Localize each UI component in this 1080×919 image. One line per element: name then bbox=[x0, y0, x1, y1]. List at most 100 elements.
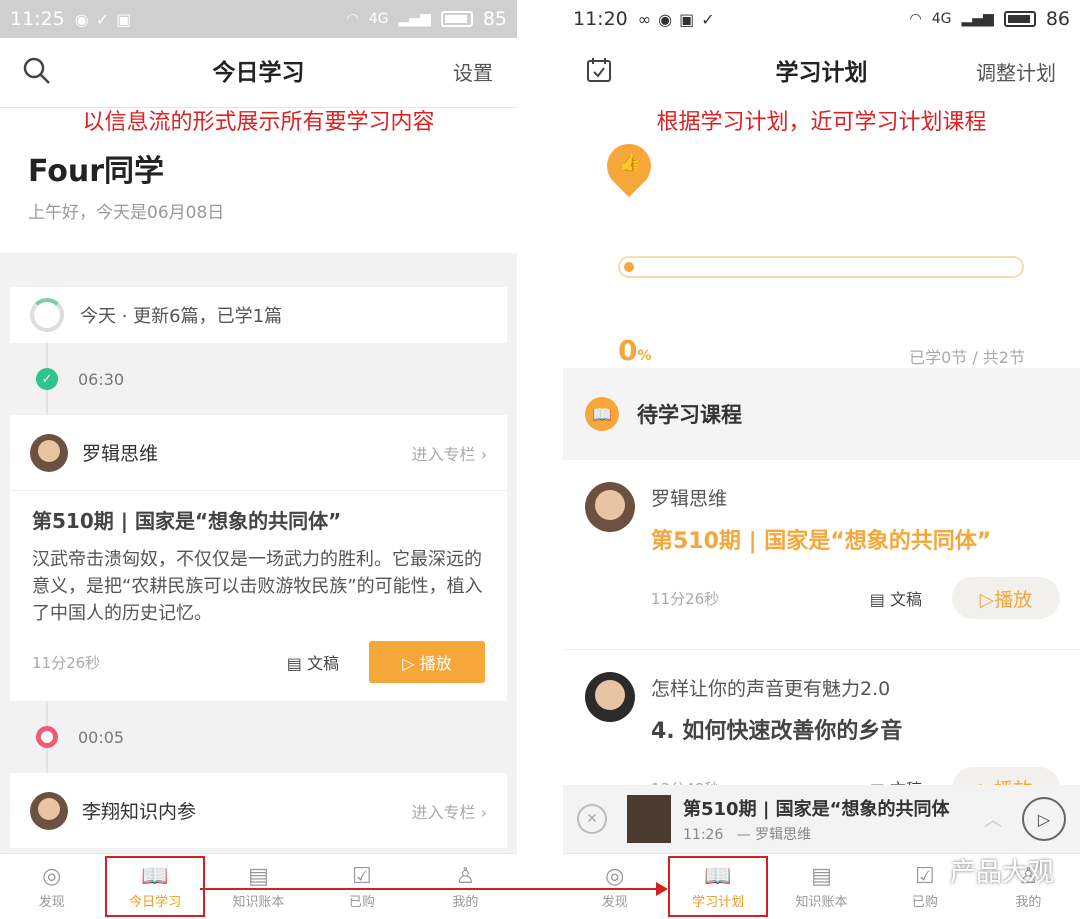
pending-courses-header: 📖 待学习课程 bbox=[563, 368, 1080, 460]
weibo-icon: ◉ bbox=[74, 9, 89, 29]
greeting-date: 上午好，今天是06月08日 bbox=[28, 203, 225, 223]
status-time: 11:25 bbox=[10, 8, 65, 30]
study-plan-screen: 11:20 ∞ ◉ ▣ ✓ ◠ 4G ▂▄▆ 86 学习计划 调整计划 根据学习… bbox=[563, 0, 1080, 919]
play-button[interactable]: ▷ 播放 bbox=[369, 641, 485, 683]
avatar bbox=[30, 433, 68, 472]
greeting: Four同学 上午好，今天是06月08日 bbox=[0, 142, 517, 253]
timeline-node: ✓ 06:30 bbox=[10, 343, 507, 415]
doc-icon: ▤ bbox=[286, 654, 302, 673]
timeline-time: 00:05 bbox=[78, 727, 125, 747]
user-name: Four同学 bbox=[28, 154, 165, 189]
study-progress-bar bbox=[618, 256, 1024, 278]
mini-title: 第510期 | 国家是“想象的共同体 bbox=[683, 798, 950, 820]
progress-percent: 0% bbox=[618, 334, 652, 367]
annotation-text: 以信息流的形式展示所有要学习内容 bbox=[0, 108, 517, 142]
compass-icon: ◎ bbox=[605, 863, 625, 889]
duration: 11分26秒 bbox=[32, 653, 101, 672]
timeline-node: 00:05 bbox=[10, 701, 507, 773]
doc-icon: ▤ bbox=[869, 590, 885, 609]
duration: 11分26秒 bbox=[651, 589, 720, 608]
tab-study-plan[interactable]: 📖 学习计划 bbox=[666, 854, 769, 919]
infinity-icon: ∞ bbox=[637, 9, 652, 29]
mini-subtitle: 11:26 — 罗辑思维 bbox=[683, 826, 812, 843]
battery-level: 86 bbox=[1045, 8, 1070, 30]
status-bar: 11:25 ◉ ✓ ▣ ◠ 4G ▂▄▆ 85 bbox=[0, 0, 517, 38]
wifi-icon: ◠ bbox=[909, 11, 922, 27]
adjust-plan-button[interactable]: 调整计划 bbox=[976, 38, 1056, 108]
avatar bbox=[585, 672, 635, 722]
nav-bar: 今日学习 设置 bbox=[0, 38, 517, 108]
feed-card[interactable]: 罗辑思维 进入专栏 › 第510期 | 国家是“想象的共同体” 汉武帝击溃匈奴，… bbox=[10, 415, 507, 701]
course-author: 罗辑思维 bbox=[651, 488, 728, 510]
book-icon: 📖 bbox=[585, 397, 619, 431]
watermark: 产品大观 bbox=[949, 858, 1054, 888]
user-icon: ♙ bbox=[455, 863, 476, 889]
course-author: 怎样让你的声音更有魅力2.0 bbox=[651, 678, 891, 700]
check-circle-icon: ✓ bbox=[701, 9, 715, 29]
weibo-icon: ◉ bbox=[658, 9, 673, 29]
timeline: ✓ 06:30 罗辑思维 进入专栏 › 第510期 | 国家是“想象的共同体” … bbox=[0, 343, 517, 849]
book-icon: 📖 bbox=[704, 863, 732, 889]
check-circle-icon: ✓ bbox=[95, 9, 110, 29]
settings-button[interactable]: 设置 bbox=[453, 38, 493, 108]
enter-column-link[interactable]: 进入专栏 › bbox=[412, 441, 488, 465]
network-label: 4G bbox=[931, 11, 952, 27]
tab-mine[interactable]: ♙ 我的 bbox=[414, 854, 517, 919]
nav-bar: 学习计划 调整计划 bbox=[563, 38, 1080, 108]
network-label: 4G bbox=[368, 11, 389, 27]
tab-today-study[interactable]: 📖 今日学习 bbox=[103, 854, 206, 919]
list-item[interactable]: 罗辑思维 第510期 | 国家是“想象的共同体” 11分26秒 ▤ 文稿 ▷播放 bbox=[563, 460, 1080, 650]
author-name: 李翔知识内参 bbox=[82, 801, 197, 823]
compass-icon: ◎ bbox=[42, 863, 62, 889]
status-time: 11:20 bbox=[573, 8, 628, 30]
enter-column-link[interactable]: 进入专栏 › bbox=[412, 799, 488, 823]
course-title[interactable]: 4. 如何快速改善你的乡音 bbox=[651, 713, 1060, 745]
timeline-time: 06:30 bbox=[78, 369, 125, 389]
thumbs-up-icon: 👍 bbox=[619, 152, 642, 173]
purchased-icon: ☑ bbox=[352, 863, 372, 889]
course-title[interactable]: 第510期 | 国家是“想象的共同体” bbox=[651, 523, 1060, 555]
avatar bbox=[585, 482, 635, 532]
battery-level: 85 bbox=[482, 8, 507, 30]
image-icon: ▣ bbox=[116, 9, 132, 29]
tab-knowledge-ledger[interactable]: ▤ 知识账本 bbox=[770, 854, 873, 919]
avatar bbox=[30, 791, 68, 830]
signal-icon: ▂▄▆ bbox=[961, 11, 994, 27]
daily-summary: 今天 · 更新6篇，已学1篇 bbox=[10, 287, 507, 343]
tab-knowledge-ledger[interactable]: ▤ 知识账本 bbox=[207, 854, 310, 919]
pending-dot-icon bbox=[36, 726, 58, 748]
today-study-screen: 11:25 ◉ ✓ ▣ ◠ 4G ▂▄▆ 85 今日学习 设置 以信息流的形式展… bbox=[0, 0, 517, 919]
tab-purchased[interactable]: ☑ 已购 bbox=[310, 854, 413, 919]
page-title: 今日学习 bbox=[212, 60, 305, 86]
section-title: 待学习课程 bbox=[637, 403, 742, 427]
tab-bar: ◎ 发现 📖 今日学习 ▤ 知识账本 ☑ 已购 ♙ 我的 bbox=[0, 853, 517, 919]
mini-player[interactable]: ✕ 第510期 | 国家是“想象的共同体 11:26 — 罗辑思维 ︿ ▷ bbox=[563, 785, 1080, 853]
doc-button[interactable]: ▤ 文稿 bbox=[870, 586, 922, 610]
doc-button[interactable]: ▤ 文稿 bbox=[287, 650, 339, 674]
annotation-arrow bbox=[200, 888, 660, 890]
purchased-icon: ☑ bbox=[915, 863, 935, 889]
tab-discover[interactable]: ◎ 发现 bbox=[0, 854, 103, 919]
feed-card[interactable]: 李翔知识内参 进入专栏 › bbox=[10, 773, 507, 849]
status-bar: 11:20 ∞ ◉ ▣ ✓ ◠ 4G ▂▄▆ 86 bbox=[563, 0, 1080, 38]
battery-icon bbox=[1003, 11, 1036, 27]
close-icon[interactable]: ✕ bbox=[577, 804, 607, 834]
ledger-icon: ▤ bbox=[248, 863, 269, 889]
ledger-icon: ▤ bbox=[811, 863, 832, 889]
summary-text: 今天 · 更新6篇，已学1篇 bbox=[80, 306, 283, 327]
author-name: 罗辑思维 bbox=[82, 443, 159, 465]
signal-icon: ▂▄▆ bbox=[398, 11, 431, 27]
learned-count: 已学0节 / 共2节 bbox=[909, 348, 1025, 367]
image-icon: ▣ bbox=[679, 9, 695, 29]
play-button[interactable]: ▷播放 bbox=[952, 577, 1060, 619]
mini-play-button[interactable]: ▷ bbox=[1022, 797, 1066, 841]
card-header[interactable]: 李翔知识内参 进入专栏 › bbox=[10, 773, 507, 849]
album-cover bbox=[627, 795, 671, 843]
chevron-up-icon[interactable]: ︿ bbox=[984, 806, 1002, 832]
article-desc: 汉武帝击溃匈奴，不仅仅是一场武力的胜利。它最深远的意义，是把“农耕民族可以击败游… bbox=[32, 549, 483, 624]
tab-discover[interactable]: ◎ 发现 bbox=[563, 854, 666, 919]
card-header[interactable]: 罗辑思维 进入专栏 › bbox=[10, 415, 507, 491]
progress-knob bbox=[624, 262, 634, 272]
article-title[interactable]: 第510期 | 国家是“想象的共同体” bbox=[32, 505, 485, 534]
battery-icon bbox=[440, 11, 473, 27]
